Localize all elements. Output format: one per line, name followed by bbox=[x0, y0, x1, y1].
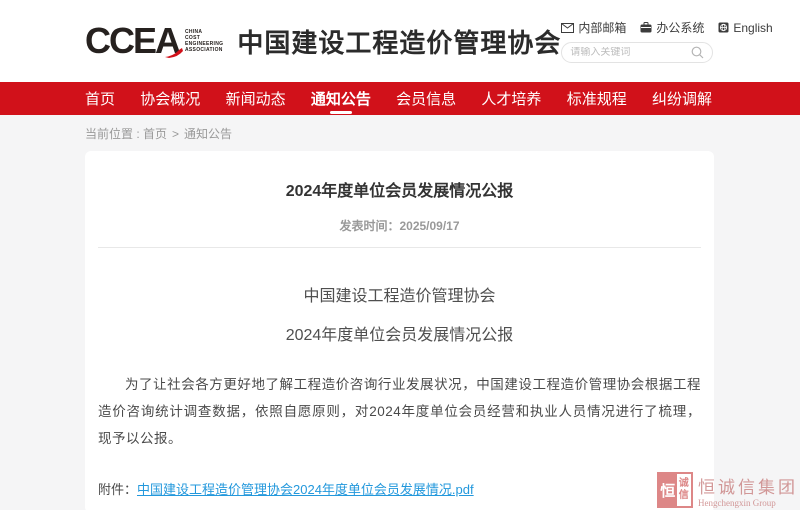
search-input[interactable] bbox=[570, 47, 691, 58]
main-nav-inner: 首页 协会概况 新闻动态 通知公告 会员信息 人才培养 标准规程 纠纷调解 bbox=[85, 82, 712, 115]
nav-item-notices[interactable]: 通知公告 bbox=[311, 81, 371, 116]
publish-label: 发表时间： bbox=[339, 219, 399, 233]
globe-icon bbox=[718, 22, 729, 33]
english-link[interactable]: English bbox=[718, 21, 772, 35]
nav-item-about[interactable]: 协会概况 bbox=[140, 81, 200, 116]
breadcrumb-separator: > bbox=[172, 127, 179, 141]
nav-item-home[interactable]: 首页 bbox=[85, 81, 115, 116]
breadcrumb-current-link[interactable]: 通知公告 bbox=[184, 127, 232, 141]
english-label: English bbox=[733, 21, 772, 35]
doc-heading-org: 中国建设工程造价管理协会 bbox=[98, 282, 701, 306]
logo-subline: ASSOCIATION bbox=[185, 47, 223, 53]
site-title: 中国建设工程造价管理协会 bbox=[237, 23, 561, 60]
attachment-label: 附件： bbox=[98, 482, 137, 497]
internal-mail-link[interactable]: 内部邮箱 bbox=[561, 19, 626, 36]
nav-item-training[interactable]: 人才培养 bbox=[481, 81, 541, 116]
logo-acronym: CCEA bbox=[85, 23, 179, 59]
publish-line: 发表时间：2025/09/17 bbox=[98, 217, 701, 234]
internal-mail-label: 内部邮箱 bbox=[578, 19, 626, 36]
logo-red-swoosh-icon bbox=[165, 48, 183, 58]
publish-time: 2025/09/17 bbox=[399, 219, 459, 233]
ccea-logo[interactable]: CCEA CHINA COST ENGINEERING ASSOCIATION bbox=[85, 23, 223, 59]
attachment-pdf-link[interactable]: 中国建设工程造价管理协会2024年度单位会员发展情况.pdf bbox=[137, 482, 474, 497]
article-paragraph: 为了让社会各方更好地了解工程造价咨询行业发展状况，中国建设工程造价管理协会根据工… bbox=[98, 371, 701, 452]
attachment-line: 附件：中国建设工程造价管理协会2024年度单位会员发展情况.pdf bbox=[98, 479, 701, 498]
quick-links: 内部邮箱 办公系统 English bbox=[561, 19, 772, 36]
nav-item-members[interactable]: 会员信息 bbox=[396, 81, 456, 116]
nav-item-standards[interactable]: 标准规程 bbox=[567, 81, 627, 116]
article-title: 2024年度单位会员发展情况公报 bbox=[98, 177, 701, 201]
nav-item-dispute[interactable]: 纠纷调解 bbox=[652, 81, 712, 116]
header-right: 内部邮箱 办公系统 English bbox=[561, 19, 772, 63]
office-system-label: 办公系统 bbox=[656, 19, 704, 36]
nav-item-news[interactable]: 新闻动态 bbox=[226, 81, 286, 116]
office-system-link[interactable]: 办公系统 bbox=[640, 19, 704, 36]
breadcrumb-prefix: 当前位置 : bbox=[85, 127, 143, 141]
logo-subtitle: CHINA COST ENGINEERING ASSOCIATION bbox=[185, 29, 223, 53]
doc-heading-title: 2024年度单位会员发展情况公报 bbox=[98, 321, 701, 345]
search-box bbox=[561, 42, 713, 63]
site-header: CCEA CHINA COST ENGINEERING ASSOCIATION … bbox=[0, 0, 800, 82]
breadcrumb-home-link[interactable]: 首页 bbox=[143, 127, 167, 141]
breadcrumb: 当前位置 : 首页 > 通知公告 bbox=[0, 115, 800, 151]
search-icon[interactable] bbox=[691, 46, 704, 59]
briefcase-icon bbox=[640, 22, 652, 33]
main-nav: 首页 协会概况 新闻动态 通知公告 会员信息 人才培养 标准规程 纠纷调解 bbox=[0, 82, 800, 115]
article-card: 2024年度单位会员发展情况公报 发表时间：2025/09/17 中国建设工程造… bbox=[85, 151, 714, 510]
mail-icon bbox=[561, 23, 574, 33]
title-divider bbox=[98, 247, 701, 248]
